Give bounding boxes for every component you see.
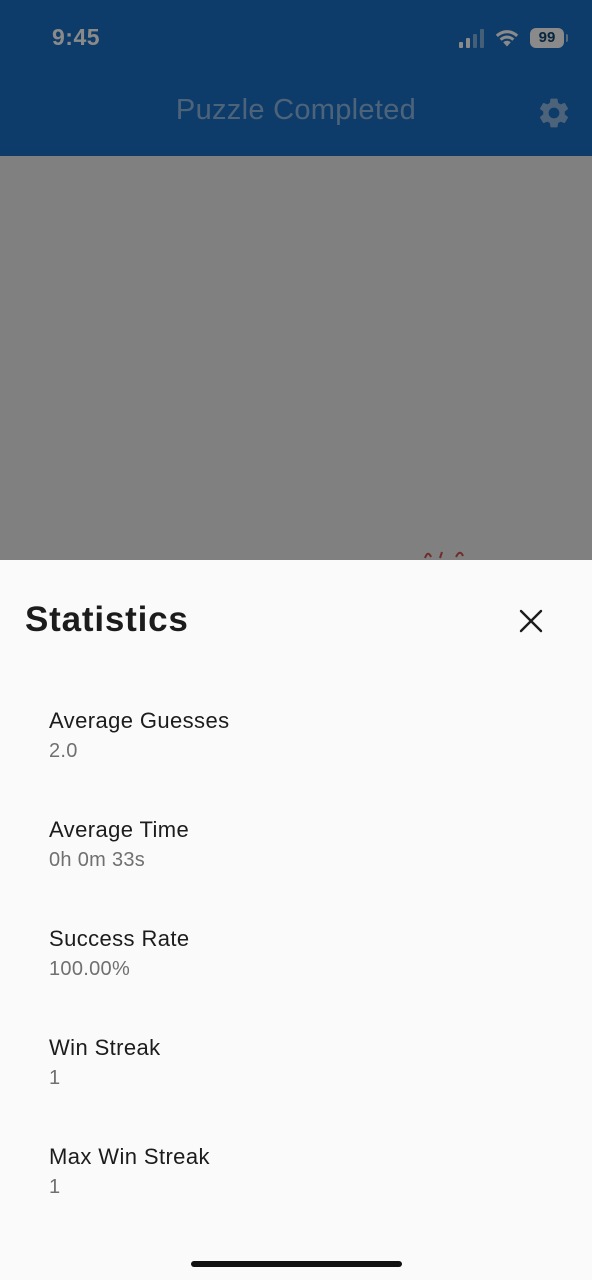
stat-label: Average Guesses <box>49 708 230 733</box>
stat-label: Average Time <box>49 817 190 842</box>
close-icon <box>519 609 543 633</box>
stat-win-streak: Win Streak 1 <box>49 1035 549 1090</box>
home-indicator[interactable] <box>191 1261 402 1267</box>
stat-label: Win Streak <box>49 1035 161 1060</box>
stat-label: Max Win Streak <box>49 1144 210 1169</box>
stat-value: 1 <box>49 1067 61 1089</box>
stat-max-win-streak: Max Win Streak 1 <box>49 1144 549 1199</box>
stat-average-guesses: Average Guesses 2.0 <box>49 708 549 763</box>
close-button[interactable] <box>508 598 554 644</box>
modal-scrim[interactable] <box>0 0 592 560</box>
stat-average-time: Average Time 0h 0m 33s <box>49 817 549 872</box>
stat-value: 1 <box>49 1176 61 1198</box>
sheet-title: Statistics <box>25 600 189 639</box>
stat-value: 2.0 <box>49 740 78 762</box>
stat-success-rate: Success Rate 100.00% <box>49 926 549 981</box>
statistics-sheet: Statistics Average Guesses 2.0 Average T… <box>0 560 592 1280</box>
stat-value: 0h 0m 33s <box>49 849 146 871</box>
stat-label: Success Rate <box>49 926 190 951</box>
stat-value: 100.00% <box>49 958 131 980</box>
